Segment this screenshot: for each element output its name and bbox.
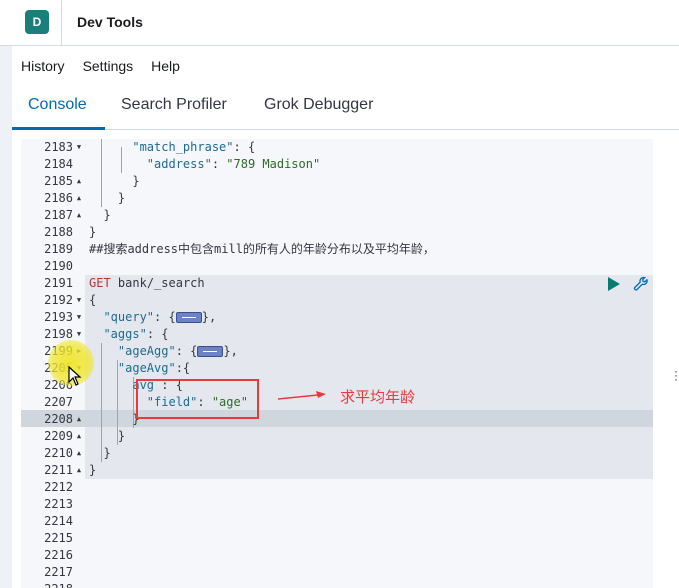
code-line: 2188 } — [44, 225, 97, 239]
code-line: 2184 "address": "789 Madison" — [44, 157, 321, 171]
left-nav-strip — [0, 0, 12, 588]
fold-up-icon[interactable]: ▲ — [74, 445, 84, 462]
tab-bar: Console Search Profiler Grok Debugger — [12, 84, 679, 130]
code-line: 2186 ▲ } — [44, 190, 126, 207]
code-line: 2211 ▲ } — [44, 462, 97, 479]
fold-up-icon[interactable]: ▲ — [74, 207, 84, 224]
code-line: 2207 "field": "age" — [44, 395, 248, 409]
console-editor[interactable]: 2183 ▼ "match_phrase": { 2184 "address": … — [21, 139, 653, 588]
fold-down-icon[interactable]: ▼ — [74, 292, 84, 309]
header-divider — [61, 0, 62, 46]
code-line: 2206 avg : { — [44, 378, 183, 392]
code-line: 2214 — [44, 514, 73, 528]
active-tab-indicator — [12, 127, 105, 130]
tab-search-profiler[interactable]: Search Profiler — [121, 96, 227, 114]
wrench-icon[interactable] — [633, 276, 649, 296]
collapsed-block-icon[interactable] — [175, 312, 202, 323]
code-line: 2218 — [21, 581, 653, 588]
code-line: 2215 — [44, 531, 73, 545]
code-line: 2189 ##搜索address中包含mill的所有人的年龄分布以及平均年龄， — [44, 242, 435, 256]
fold-up-icon[interactable]: ▲ — [74, 411, 84, 428]
tab-grok-debugger[interactable]: Grok Debugger — [264, 96, 373, 114]
fold-up-icon[interactable]: ▲ — [74, 173, 84, 190]
code-line: 2209 ▲ } — [44, 428, 126, 445]
fold-down-icon[interactable]: ▼ — [74, 139, 84, 156]
fold-up-icon[interactable]: ▲ — [74, 428, 84, 445]
menu-help[interactable]: Help — [151, 58, 180, 74]
code-line: 2210 ▲ } — [44, 445, 111, 462]
fold-up-icon[interactable]: ▲ — [74, 190, 84, 207]
more-options-icon[interactable]: · · · — [674, 365, 678, 385]
code-line: 2217 — [44, 565, 73, 579]
annotation-note: 求平均年龄 — [340, 388, 416, 406]
annotation-arrow-icon — [278, 391, 326, 400]
code-line: 2198 ▼ "aggs": { — [44, 327, 169, 341]
collapsed-block-icon[interactable] — [197, 346, 224, 357]
annotation-box — [136, 379, 259, 419]
app-title: Dev Tools — [77, 14, 143, 30]
code-line: 2187 ▲ } — [44, 207, 111, 224]
code-line: 2185 ▲ } — [44, 173, 140, 190]
code-comment: ##搜索address中包含mill的所有人的年龄分布以及平均年龄， — [89, 242, 435, 256]
app-logo[interactable]: D — [25, 10, 49, 34]
code-line: 2183 ▼ "match_phrase": { — [44, 139, 256, 156]
code-line: 2213 — [44, 497, 73, 511]
code-line: 2192 ▼ { — [44, 292, 97, 309]
top-header: D Dev Tools — [0, 0, 679, 46]
request-path: bank/_search — [117, 276, 205, 290]
code-line: 2216 — [44, 548, 73, 562]
code-line: 2191 GET bank/_search — [44, 276, 205, 290]
menu-settings[interactable]: Settings — [83, 58, 134, 74]
request-method: GET — [89, 276, 111, 290]
code-line: 2193 ▼ "query": {}, — [44, 309, 217, 326]
fold-up-icon[interactable]: ▲ — [74, 462, 84, 479]
code-line: 2208 ▲ } — [44, 411, 140, 428]
top-menu: History Settings Help — [21, 58, 180, 74]
run-request-icon[interactable] — [608, 277, 620, 291]
code-line: 2190 — [44, 259, 73, 273]
mouse-pointer-icon — [68, 366, 82, 386]
tab-console[interactable]: Console — [28, 96, 87, 114]
code-line: 2212 — [44, 480, 73, 494]
fold-down-icon[interactable]: ▼ — [74, 309, 84, 326]
menu-history[interactable]: History — [21, 58, 65, 74]
code-line: 2205▼ "ageAvg":{ — [21, 360, 653, 377]
code-line: 2199▶ "ageAgg": {}, — [21, 343, 653, 360]
